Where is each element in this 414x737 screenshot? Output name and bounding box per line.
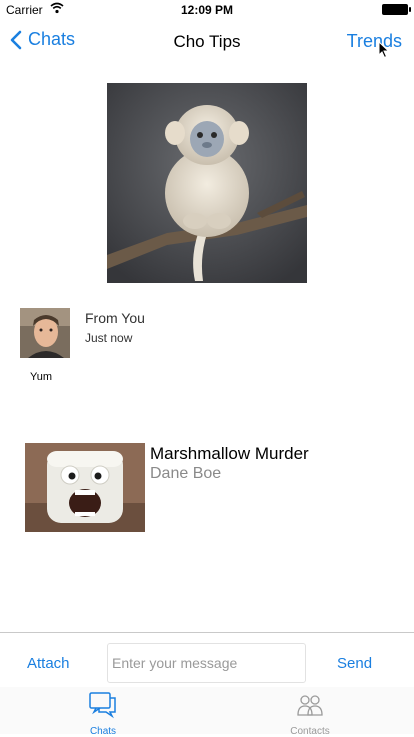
tab-chats[interactable]: Chats	[63, 690, 143, 737]
people-icon	[297, 695, 323, 716]
message-composer: Attach Send	[0, 632, 414, 688]
navigation-bar: Chats Cho Tips Trends	[0, 20, 414, 64]
message-caption: Yum	[30, 371, 53, 383]
message-sender: From You	[85, 310, 145, 326]
card-title: Marshmallow Murder	[150, 444, 309, 463]
tab-label: Chats	[89, 726, 117, 737]
tab-bar: Chats Contacts	[0, 687, 414, 737]
tab-contacts[interactable]: Contacts	[270, 690, 350, 737]
trends-button[interactable]: Trends	[347, 31, 402, 52]
status-bar: Carrier 12:09 PM	[0, 0, 414, 20]
send-button[interactable]: Send	[337, 655, 372, 672]
message-input[interactable]	[107, 643, 306, 683]
mouse-cursor-icon	[378, 41, 390, 59]
clock-time: 12:09 PM	[180, 3, 234, 17]
attach-button[interactable]: Attach	[27, 655, 70, 672]
card-subtitle: Dane Boe	[150, 465, 222, 482]
message-timestamp: Just now	[85, 331, 133, 345]
chat-bubbles-icon	[89, 692, 116, 719]
marshmallow-photo	[25, 443, 145, 532]
battery-icon	[382, 4, 411, 15]
snub-nosed-monkey-photo	[107, 83, 307, 283]
tab-label: Contacts	[290, 726, 330, 737]
avatar	[20, 308, 70, 358]
